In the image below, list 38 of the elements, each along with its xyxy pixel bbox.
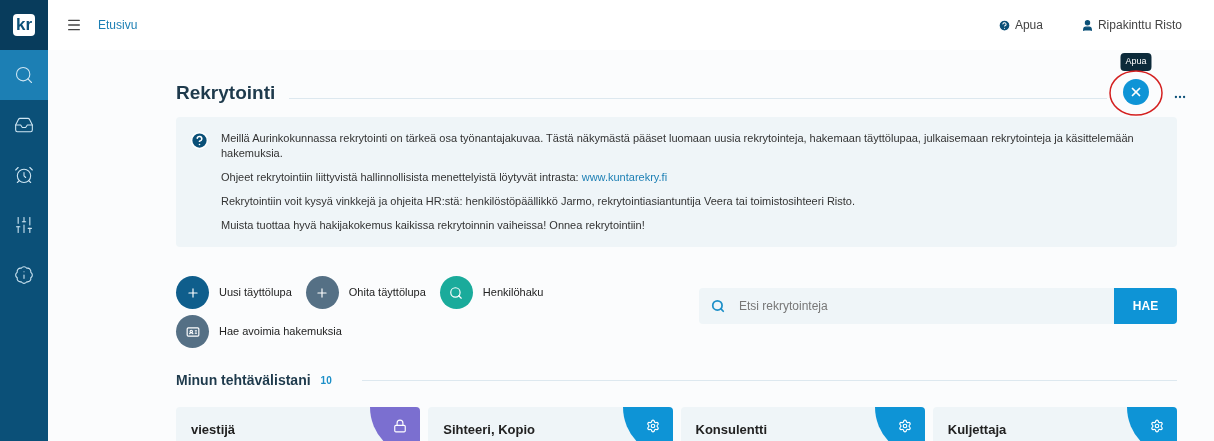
action-button[interactable]: Uusi täyttölupa — [176, 276, 292, 309]
section-title: Minun tehtävälistani — [176, 371, 311, 390]
search-icon — [14, 65, 34, 85]
logo: kr — [12, 14, 36, 36]
task-card[interactable]: Kuljettaja — [932, 407, 1177, 441]
page-title: Rekrytointi — [176, 80, 276, 105]
inbox-icon — [14, 115, 34, 135]
close-button[interactable] — [1123, 79, 1149, 105]
info-text: Rekrytointiin voit kysyä vinkkejä ja ohjeita HR:stä: henkilöstöpäällikkö Jarmo, rekrytointiasiantuntija Veera tai toimistosihteeri Risto. — [221, 194, 856, 209]
action-button[interactable]: Henkilöhaku — [439, 276, 544, 309]
search-icon — [711, 299, 725, 313]
user-icon — [1080, 18, 1094, 32]
action-button[interactable]: Hae avoimia hakemuksia — [176, 315, 342, 348]
help-icon — [190, 131, 209, 150]
breadcrumb-link[interactable]: Etusivu — [98, 16, 138, 34]
card-title: viestijä — [191, 421, 236, 439]
user-link[interactable]: Ripakinttu Risto — [1080, 16, 1182, 34]
alarm-icon — [14, 165, 34, 185]
intranet-link[interactable]: www.kuntarekry.fi — [581, 171, 668, 183]
help-icon — [997, 18, 1011, 32]
card-title: Sihteeri, Kopio — [443, 421, 535, 439]
info-text: Ohjeet rekrytointiin liittyvistä hallinnollisista menettelyistä löytyvät intrasta: www.kuntarekry.fi — [221, 170, 669, 185]
card-title: Kuljettaja — [947, 421, 1007, 439]
info-icon — [14, 265, 34, 285]
action-button[interactable]: Ohita täyttölupa — [305, 276, 426, 309]
task-count: 10 — [320, 374, 332, 388]
task-card[interactable]: Konsulentti — [680, 407, 925, 441]
close-icon — [1129, 85, 1143, 99]
card-title: Konsulentti — [695, 421, 767, 439]
sliders-icon — [14, 215, 34, 235]
help-link[interactable]: Apua — [997, 16, 1043, 34]
menu-icon[interactable] — [66, 17, 82, 33]
info-text: Muista tuottaa hyvä hakijakokemus kaikissa rekrytoinnin vaiheissa! Onnea rekrytointiin! — [221, 218, 646, 233]
tooltip: Apua — [1120, 53, 1152, 71]
info-text: Meillä Aurinkokunnassa rekrytointi on tärkeä osa työnantajakuvaa. Tästä näkymästä pääset luomaan uusia rekrytointeja, hakemaan täyttölupaa, julkaisemaan rekrytointeja ja käsittelemään hakemuksia. — [221, 131, 1135, 161]
task-card[interactable]: viestijä — [176, 407, 421, 441]
search-field[interactable]: Etsi rekrytointeja — [699, 288, 1114, 324]
task-card[interactable]: Sihteeri, Kopio — [428, 407, 673, 441]
